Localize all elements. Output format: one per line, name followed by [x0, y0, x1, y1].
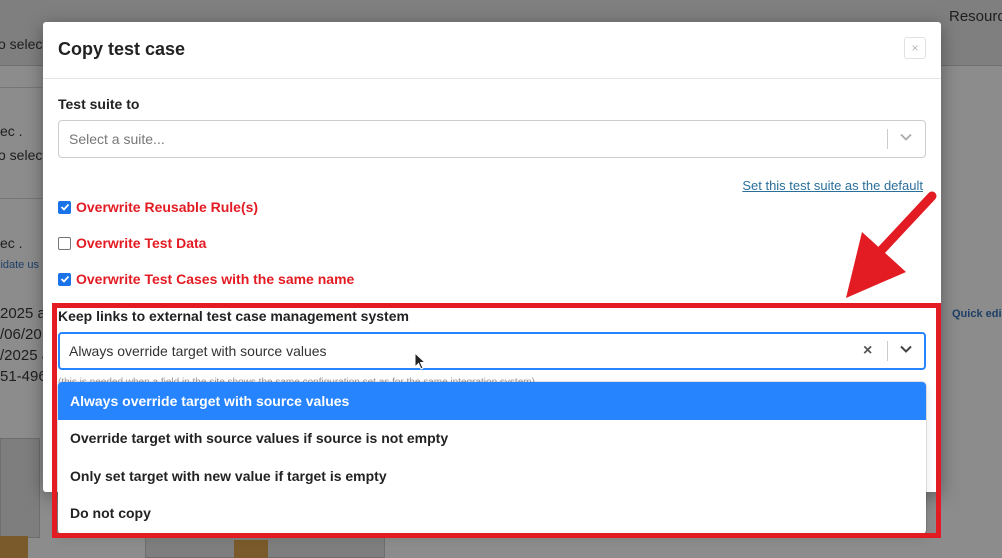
checkbox-label-test-data: Overwrite Test Data	[76, 235, 207, 251]
select-separator	[887, 129, 888, 149]
bg-thumbnail-accent	[0, 536, 28, 558]
dialog-header: Copy test case ×	[43, 22, 941, 79]
checkbox-row-test-data[interactable]: Overwrite Test Data	[58, 235, 206, 251]
checkbox-empty-icon[interactable]	[58, 236, 71, 250]
test-suite-select[interactable]: Select a suite...	[58, 120, 926, 158]
option-set-if-target-empty[interactable]: Only set target with new value if target…	[58, 457, 926, 495]
bg-fragment-ec-2: ec .	[0, 235, 23, 251]
bg-row-divider	[0, 198, 42, 199]
option-do-not-copy[interactable]: Do not copy	[58, 495, 926, 533]
bg-fragment-select-2: o select	[0, 147, 47, 163]
option-always-override[interactable]: Always override target with source value…	[58, 382, 926, 420]
check-icon[interactable]	[58, 200, 71, 214]
external-links-select[interactable]: Always override target with source value…	[58, 332, 926, 370]
bg-validate-link[interactable]: lidate us	[0, 259, 39, 271]
test-suite-label: Test suite to	[58, 96, 140, 112]
checkbox-row-reusable-rules[interactable]: Overwrite Reusable Rule(s)	[58, 199, 258, 215]
mouse-pointer-icon	[414, 352, 427, 370]
chevron-down-icon[interactable]	[899, 342, 913, 359]
select-separator	[887, 341, 888, 361]
clear-icon[interactable]: ×	[863, 342, 872, 360]
close-button[interactable]: ×	[904, 37, 926, 59]
checkbox-row-same-name[interactable]: Overwrite Test Cases with the same name	[58, 271, 354, 287]
bg-fragment-ec-1: ec .	[0, 123, 23, 139]
chevron-down-icon[interactable]	[899, 130, 913, 147]
bg-fragment-select-1: o select	[0, 36, 47, 52]
bg-thumbnail	[0, 438, 40, 538]
set-default-suite-link[interactable]: Set this test suite as the default	[742, 178, 923, 193]
checkbox-label-same-name: Overwrite Test Cases with the same name	[76, 271, 355, 287]
dialog-title: Copy test case	[58, 39, 186, 59]
bg-fragment-date-2: /06/20	[0, 326, 42, 343]
external-links-label: Keep links to external test case managem…	[58, 308, 409, 324]
bg-quick-edit-link[interactable]: Quick edi	[952, 308, 1002, 320]
check-icon[interactable]	[58, 272, 71, 286]
checkbox-label-reusable-rules: Overwrite Reusable Rule(s)	[76, 199, 259, 215]
external-links-options-menu: Always override target with source value…	[58, 382, 926, 534]
option-override-if-not-empty[interactable]: Override target with source values if so…	[58, 420, 926, 458]
bg-fragment-id: 51-496	[0, 368, 47, 385]
bg-thumbnail-accent	[234, 540, 268, 558]
external-links-value: Always override target with source value…	[69, 343, 327, 359]
background-header-resources: Resourc	[949, 8, 1002, 25]
bg-row-divider	[0, 87, 42, 88]
test-suite-placeholder: Select a suite...	[69, 131, 165, 147]
